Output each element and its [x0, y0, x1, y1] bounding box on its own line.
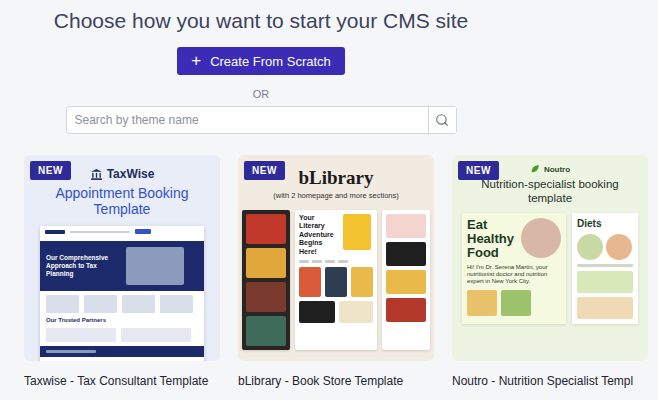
template-name[interactable]: Noutro - Nutrition Specialist Templ — [452, 374, 648, 389]
mock-partners: Our Trusted Partners — [40, 317, 204, 324]
search-button[interactable] — [428, 107, 456, 133]
book-cover — [343, 214, 371, 250]
mock-intro: Hi! I'm Dr. Serena Martin, your nutritio… — [467, 264, 561, 286]
or-divider: OR — [253, 87, 270, 101]
template-headline: Appointment Booking Template — [52, 185, 192, 217]
template-preview[interactable]: NEW bLibrary (with 2 homepage and more sec… — [238, 155, 434, 361]
template-preview[interactable]: NEW TaxWise Appointment Booking Template Ou… — [24, 155, 220, 361]
template-brand: TaxWise — [90, 167, 155, 181]
theme-search — [66, 106, 457, 134]
leaf-icon — [530, 164, 540, 174]
bank-icon — [90, 168, 103, 181]
mock-hero: Our Comprehensive Approach to Tax Planni… — [40, 241, 204, 291]
hero-photo — [126, 247, 184, 285]
new-badge: NEW — [244, 161, 285, 180]
cms-start-page: Choose how you want to start your CMS si… — [0, 0, 658, 400]
website-mockup: Eat Healthy Food Hi! I'm Dr. Serena Marti… — [462, 213, 638, 324]
website-mockup: Our Comprehensive Approach to Tax Planni… — [40, 226, 204, 361]
template-headline: Nutrition-specialist booking template — [475, 177, 625, 205]
mock-hero: Eat Healthy Food — [467, 218, 517, 260]
search-input[interactable] — [67, 107, 428, 133]
template-card[interactable]: NEW Noutro Nutrition-specialist booking te… — [452, 155, 648, 389]
template-card[interactable]: NEW bLibrary (with 2 homepage and more sec… — [238, 155, 434, 389]
page-header: Choose how you want to start your CMS si… — [46, 8, 476, 134]
template-name[interactable]: Taxwise - Tax Consultant Template — [24, 374, 220, 389]
template-subtitle: (with 2 homepage and more sections) — [273, 191, 398, 200]
website-mockup: Your Literary Adventure Begins Here! — [242, 210, 430, 350]
template-grid: NEW TaxWise Appointment Booking Template Ou… — [24, 155, 658, 389]
new-badge: NEW — [458, 161, 499, 180]
new-badge: NEW — [30, 161, 71, 180]
doctor-photo — [521, 218, 561, 258]
mock-side-title: Diets — [577, 218, 633, 230]
page-title: Choose how you want to start your CMS si… — [54, 8, 468, 34]
mock-services — [40, 295, 204, 313]
template-name[interactable]: bLibrary - Book Store Template — [238, 374, 434, 389]
create-from-scratch-button[interactable]: +Create From Scratch — [177, 47, 345, 75]
template-brand: Noutro — [530, 164, 570, 174]
plus-icon: + — [191, 53, 201, 69]
template-card[interactable]: NEW TaxWise Appointment Booking Template Ou… — [24, 155, 220, 389]
search-icon — [435, 113, 449, 127]
mock-navbar — [40, 226, 204, 237]
template-brand: bLibrary — [299, 167, 374, 189]
mock-hero: Your Literary Adventure Begins Here! — [299, 214, 339, 256]
template-preview[interactable]: NEW Noutro Nutrition-specialist booking te… — [452, 155, 648, 361]
